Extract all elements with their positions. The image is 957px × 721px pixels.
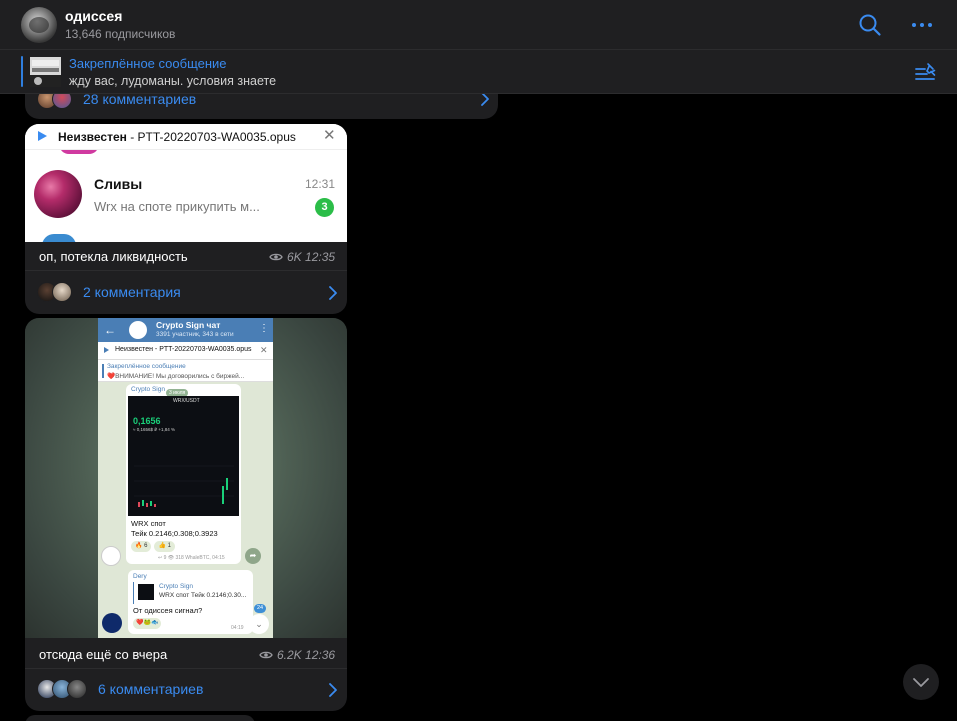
message-bubble: [25, 715, 255, 721]
post-author: Crypto Sign: [131, 386, 165, 393]
eye-icon: [259, 651, 273, 659]
pinned-text: ❤️ВНИМАНИЕ! Мы договорились с биржей...: [107, 373, 245, 380]
pinned-title: Закреплённое сообщение: [107, 363, 186, 370]
app-window: одиссея 13,646 подписчиков Закреплённое …: [0, 0, 957, 721]
avatar: [42, 234, 76, 242]
chat-header: ← Crypto Sign чат 3391 участник, 343 в с…: [98, 318, 273, 342]
close-icon: ✕: [323, 127, 336, 144]
reply-message: Dery Crypto Sign WRX спот Тейк 0.2146;0.…: [128, 570, 253, 634]
message-meta: 6.2K 12:36: [259, 648, 335, 662]
unread-badge: 24: [254, 604, 266, 613]
chevron-down-icon: [913, 678, 929, 687]
quote-thumbnail: [138, 584, 154, 600]
message-bubble: ← Crypto Sign чат 3391 участник, 343 в с…: [25, 318, 347, 711]
comments-count: 2 комментария: [83, 284, 181, 300]
close-icon: ✕: [260, 345, 268, 355]
search-button[interactable]: [858, 13, 882, 37]
view-count: 6.2K: [277, 648, 302, 662]
reactions: 🔥 6 👍 1: [131, 541, 175, 552]
avatar: [67, 679, 87, 699]
post-text: Тейк 0.2146;0.308;0.3923: [131, 529, 218, 538]
chat-preview: Wrx на споте прикупить м...: [94, 199, 260, 214]
message-text: оп, потекла ликвидность: [39, 249, 188, 264]
chat-time: 12:31: [305, 177, 336, 191]
back-arrow-icon: ←: [104, 323, 116, 337]
quote-title: Crypto Sign: [159, 583, 193, 590]
chat-name: Сливы: [94, 176, 143, 192]
quote-text: WRX спот Тейк 0.2146;0.30...: [159, 592, 247, 599]
message-meta: 6K 12:35: [269, 250, 335, 264]
avatar: [52, 282, 72, 302]
pinned-list-icon: [915, 63, 936, 80]
divider: [25, 270, 347, 271]
play-icon: [104, 347, 109, 353]
comments-count: 6 комментариев: [98, 681, 204, 697]
reply-time: 04:19: [231, 625, 244, 631]
divider: [25, 668, 347, 669]
audio-title: Неизвестен - PTT-20220703-WA0035.opus: [115, 346, 252, 353]
chat-title: Crypto Sign чат: [156, 320, 221, 330]
audio-player-bar: Неизвестен - PTT-20220703-WA0035.opus ✕: [25, 124, 347, 150]
price: 0,1656: [133, 416, 161, 426]
pinned-indicator: [21, 56, 23, 87]
message-bubble: Неизвестен - PTT-20220703-WA0035.opus ✕ …: [25, 124, 347, 314]
reply-text: От одиссея сигнал?: [133, 606, 203, 615]
subscriber-count: 13,646 подписчиков: [65, 27, 176, 41]
channel-header: одиссея 13,646 подписчиков: [0, 0, 957, 50]
message-image[interactable]: ← Crypto Sign чат 3391 участник, 343 в с…: [25, 318, 347, 638]
chat-subtitle: 3391 участник, 343 в сети: [156, 331, 234, 338]
audio-player-bar: Неизвестен - PTT-20220703-WA0035.opus ✕: [98, 342, 273, 360]
pinned-indicator: [102, 364, 104, 378]
pinned-message-bar: Закреплённое сообщение ❤️ВНИМАНИЕ! Мы до…: [98, 360, 273, 382]
pinned-list-button[interactable]: [914, 61, 936, 83]
more-icon: ⋮: [259, 323, 269, 334]
message-time: 12:36: [305, 648, 336, 662]
pinned-thumbnail: [30, 57, 61, 87]
play-icon: [38, 131, 47, 141]
message-image[interactable]: Неизвестен - PTT-20220703-WA0035.opus ✕ …: [25, 124, 347, 242]
view-count: 6K: [287, 250, 302, 264]
eye-icon: [269, 253, 283, 261]
channel-post: Crypto Sign 3 июля WRX/USDT 0,1656 ≈ 0,1…: [126, 384, 241, 564]
post-meta: ↩ 9 👁 318 WhaleBTC, 04:15: [158, 555, 225, 561]
reaction: 👍 1: [154, 541, 175, 552]
pinned-text: жду вас, лудоманы. условия знаете: [69, 74, 277, 88]
post-text: WRX спот: [131, 519, 166, 528]
audio-title: Неизвестен - PTT-20220703-WA0035.opus: [58, 130, 296, 144]
comments-link[interactable]: 2 комментария: [37, 282, 342, 302]
avatar: [101, 546, 121, 566]
share-icon: ➦: [245, 548, 261, 564]
pinned-title: Закреплённое сообщение: [69, 56, 227, 71]
unread-badge: 3: [315, 198, 334, 217]
price-change: ≈ 0,1656$ ₽ +1,84 %: [133, 427, 175, 432]
message-text: отсюда ещё со вчера: [39, 647, 168, 662]
pinned-message-bar[interactable]: Закреплённое сообщение жду вас, лудоманы…: [0, 50, 957, 94]
reply-quote: Crypto Sign WRX спот Тейк 0.2146;0.30...: [133, 582, 247, 604]
scroll-down-button[interactable]: [903, 664, 939, 700]
message-time: 12:35: [305, 250, 336, 264]
comments-link[interactable]: 6 комментариев: [37, 679, 342, 699]
chevron-right-icon: [329, 286, 337, 300]
candlestick-chart: [134, 465, 234, 507]
trading-pair: WRX/USDT: [173, 398, 200, 404]
more-icon: [912, 23, 932, 27]
reactions: ❤️🐸🐟: [133, 618, 162, 629]
commenter-avatars: [37, 282, 72, 302]
avatar: [129, 321, 147, 339]
exchange-chart-screenshot: WRX/USDT 0,1656 ≈ 0,1656$ ₽ +1,84 %: [128, 396, 239, 516]
channel-title[interactable]: одиссея: [65, 8, 122, 24]
reaction: 🔥 6: [131, 541, 152, 552]
avatar: [102, 613, 122, 633]
reply-author: Dery: [133, 573, 147, 580]
commenter-avatars: [37, 679, 87, 699]
chevron-right-icon: [481, 92, 489, 106]
chat-avatar: [34, 170, 82, 218]
search-icon: [859, 14, 881, 36]
more-button[interactable]: [910, 13, 934, 37]
chevron-right-icon: [329, 683, 337, 697]
chevron-down-icon: ⌄: [249, 614, 269, 634]
channel-avatar[interactable]: [21, 7, 57, 43]
screenshot: ← Crypto Sign чат 3391 участник, 343 в с…: [98, 318, 273, 638]
